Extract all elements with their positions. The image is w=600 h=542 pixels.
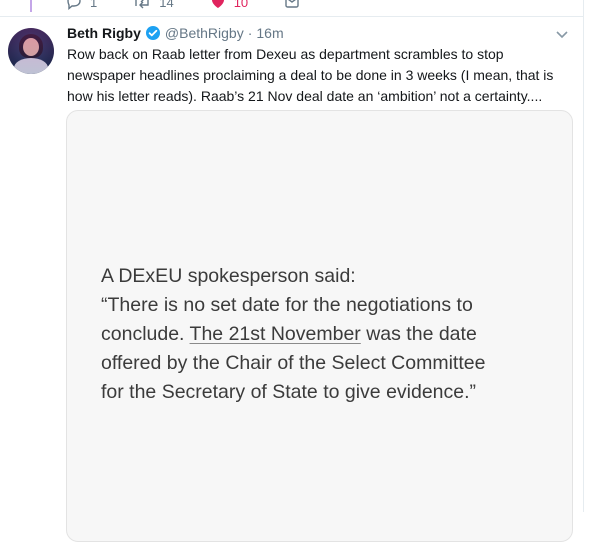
thread-line bbox=[30, 0, 32, 12]
statement-line: conclude. The 21st November was the date bbox=[101, 323, 477, 345]
previous-tweet-actions: 1 14 10 bbox=[66, 0, 344, 12]
retweet-icon bbox=[135, 0, 149, 9]
reply-button[interactable]: 1 bbox=[66, 0, 97, 10]
retweet-button[interactable]: 14 bbox=[133, 0, 174, 10]
timeline-border bbox=[583, 0, 584, 512]
like-count: 10 bbox=[233, 0, 249, 10]
statement-line: offered by the Chair of the Select Commi… bbox=[101, 352, 486, 374]
chevron-down-icon[interactable] bbox=[555, 30, 569, 40]
tweet-divider bbox=[0, 16, 584, 17]
timestamp[interactable]: 16m bbox=[256, 25, 283, 41]
tweet-text: Row back on Raab letter from Dexeu as de… bbox=[67, 46, 554, 104]
tweet-header: Beth Rigby @BethRigby · 16m bbox=[67, 23, 284, 43]
like-button[interactable]: 10 bbox=[210, 0, 248, 10]
reply-count: 1 bbox=[90, 0, 98, 10]
statement-text: A DExEU spokesperson said: “There is no … bbox=[101, 262, 561, 407]
dm-button[interactable] bbox=[284, 0, 308, 10]
separator-dot: · bbox=[247, 25, 253, 41]
attached-image-card[interactable]: A DExEU spokesperson said: “There is no … bbox=[66, 110, 573, 542]
underlined-date: The 21st November bbox=[189, 323, 361, 345]
avatar[interactable] bbox=[8, 28, 54, 74]
retweet-count: 14 bbox=[159, 0, 174, 10]
author-handle[interactable]: @BethRigby bbox=[165, 25, 244, 41]
heart-icon bbox=[211, 0, 224, 8]
statement-line: “There is no set date for the negotiatio… bbox=[101, 294, 473, 316]
mail-icon bbox=[285, 0, 299, 8]
author-name[interactable]: Beth Rigby bbox=[67, 25, 141, 41]
statement-line: for the Secretary of State to give evide… bbox=[101, 381, 477, 403]
reply-icon bbox=[67, 0, 81, 10]
statement-line: A DExEU spokesperson said: bbox=[101, 265, 356, 287]
verified-badge-icon bbox=[145, 25, 161, 41]
